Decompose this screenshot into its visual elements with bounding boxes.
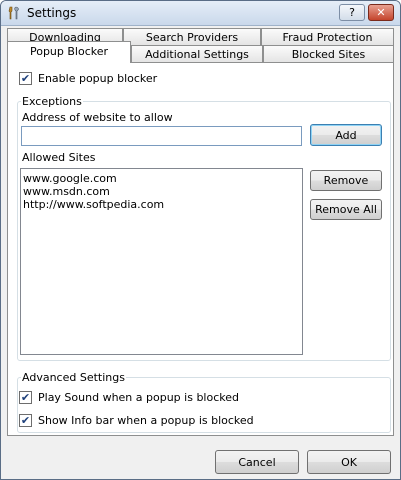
tab-fraud-protection[interactable]: Fraud Protection [261, 28, 394, 46]
tools-icon [8, 6, 19, 20]
address-label: Address of website to allow [22, 111, 173, 124]
allowed-sites-label: Allowed Sites [22, 151, 96, 164]
show-info-bar-checkbox[interactable]: ✔ [19, 414, 32, 427]
tab-popup-blocker[interactable]: Popup Blocker [7, 41, 131, 63]
enable-popup-blocker-checkbox[interactable]: ✔ [19, 72, 32, 85]
list-item[interactable]: www.msdn.com [23, 185, 300, 198]
remove-all-button[interactable]: Remove All [310, 199, 382, 220]
tab-search-providers[interactable]: Search Providers [123, 28, 261, 46]
close-button[interactable]: ✕ [368, 4, 394, 21]
help-button[interactable]: ? [339, 4, 365, 21]
add-button[interactable]: Add [310, 124, 382, 146]
ok-button[interactable]: OK [307, 450, 391, 474]
tab-blocked-sites[interactable]: Blocked Sites [263, 45, 394, 63]
window-title: Settings [27, 6, 77, 20]
popup-blocker-panel: ✔ Enable popup blocker Exceptions Addres… [7, 62, 394, 436]
show-info-bar-label: Show Info bar when a popup is blocked [38, 414, 254, 427]
allowed-sites-list[interactable]: www.google.com www.msdn.com http://www.s… [20, 168, 303, 355]
list-item[interactable]: www.google.com [23, 172, 300, 185]
list-item[interactable]: http://www.softpedia.com [23, 198, 300, 211]
play-sound-label: Play Sound when a popup is blocked [38, 391, 239, 404]
play-sound-checkbox[interactable]: ✔ [19, 391, 32, 404]
advanced-settings-legend: Advanced Settings [21, 371, 126, 384]
address-input[interactable] [21, 126, 302, 146]
settings-window: Settings ? ✕ Downloading Search Provider… [0, 0, 401, 480]
enable-popup-blocker-label: Enable popup blocker [38, 72, 158, 85]
tab-additional-settings[interactable]: Additional Settings [131, 45, 263, 63]
remove-button[interactable]: Remove [310, 170, 382, 191]
title-bar[interactable]: Settings ? ✕ [1, 1, 400, 26]
exceptions-legend: Exceptions [21, 95, 83, 108]
cancel-button[interactable]: Cancel [215, 450, 299, 474]
